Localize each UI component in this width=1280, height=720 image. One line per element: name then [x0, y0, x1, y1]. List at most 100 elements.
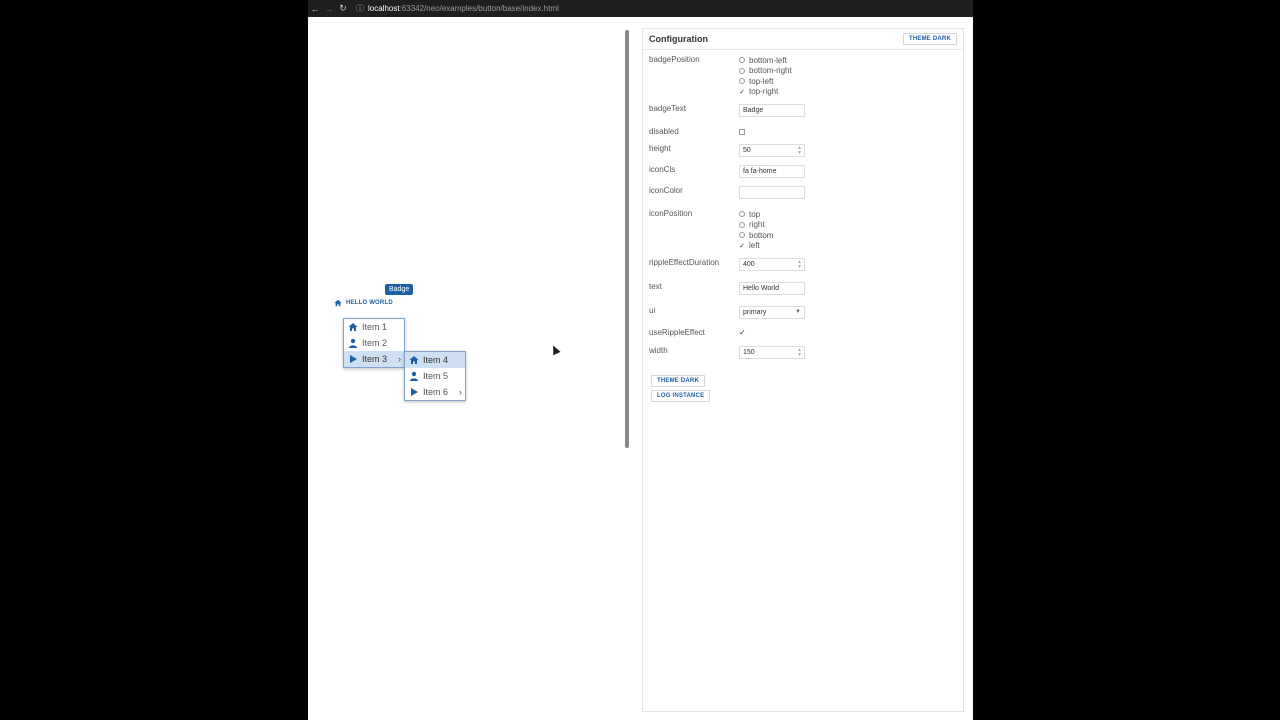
home-icon — [334, 299, 342, 307]
reload-icon[interactable]: ↻ — [336, 3, 350, 14]
submenu: Item 4 Item 5 Item 6 › — [404, 351, 466, 401]
button-badge: Badge — [385, 284, 414, 295]
url-path: :63342/neo/examples/button/base/index.ht… — [399, 4, 559, 13]
field-icon-cls: iconCls fa fa-home — [649, 165, 805, 178]
input-value: 400 — [743, 261, 755, 268]
badge-position-radios: bottom-left bottom-right top-left ✓ top-r… — [739, 55, 792, 97]
radio-bottom[interactable]: bottom — [739, 230, 773, 241]
address-bar[interactable]: localhost:63342/neo/examples/button/base… — [368, 4, 559, 13]
menu-item-2[interactable]: Item 2 — [344, 335, 404, 351]
menu-item-1[interactable]: Item 1 — [344, 319, 404, 335]
menu-item-5[interactable]: Item 5 — [405, 368, 465, 384]
menu-item-label: Item 4 — [423, 355, 449, 365]
icon-color-input[interactable] — [739, 186, 805, 199]
spinner-icon[interactable]: ▲ ▼ — [797, 146, 802, 156]
site-info-icon[interactable]: ⓘ — [356, 3, 364, 14]
theme-dark-button[interactable]: THEME DARK — [651, 375, 705, 387]
field-badge-text: badgeText Badge — [649, 104, 805, 117]
configuration-title: Configuration — [649, 34, 708, 44]
field-ripple-effect-duration: rippleEffectDuration 400 ▲ ▼ — [649, 258, 805, 271]
field-label: badgeText — [649, 104, 686, 113]
field-label: badgePosition — [649, 55, 700, 64]
browser-toolbar: ← → ↻ ⓘ localhost:63342/neo/examples/but… — [308, 0, 973, 17]
url-host: localhost — [368, 4, 400, 13]
chevron-right-icon: › — [459, 387, 462, 397]
ripple-duration-number-input[interactable]: 400 ▲ ▼ — [739, 258, 805, 271]
badge-text-input[interactable]: Badge — [739, 104, 805, 117]
theme-dark-button-top[interactable]: THEME DARK — [903, 33, 957, 45]
play-icon — [350, 355, 357, 363]
input-value: fa fa-home — [743, 168, 777, 175]
field-label: width — [649, 346, 668, 355]
user-icon — [349, 338, 357, 348]
radio-label: top — [749, 209, 761, 219]
menu-item-4[interactable]: Item 4 — [405, 352, 465, 368]
field-label: height — [649, 144, 671, 153]
field-label: text — [649, 282, 662, 291]
field-disabled: disabled — [649, 127, 745, 136]
field-icon-color: iconColor — [649, 186, 805, 199]
radio-bottom-right[interactable]: bottom-right — [739, 66, 792, 77]
text-input[interactable]: Hello World — [739, 282, 805, 295]
forward-arrow-icon[interactable]: → — [322, 4, 336, 14]
menu-item-label: Item 6 — [423, 387, 449, 397]
use-ripple-checkbox-checkmark-icon[interactable]: ✓ — [739, 328, 746, 337]
chevron-down-icon: ▼ — [795, 309, 801, 315]
hello-world-label: HELLO WORLD — [346, 300, 393, 306]
disabled-checkbox[interactable] — [739, 129, 745, 135]
checkmark-icon: ✓ — [739, 242, 745, 250]
field-label: ui — [649, 306, 656, 315]
field-icon-position: iconPosition top right bottom ✓ left — [649, 209, 773, 251]
user-icon — [410, 371, 418, 381]
radio-top-right[interactable]: ✓ top-right — [739, 87, 792, 98]
browser-window: ← → ↻ ⓘ localhost:63342/neo/examples/but… — [308, 0, 973, 720]
input-value: Badge — [743, 107, 764, 114]
radio-circle-icon — [739, 232, 745, 239]
hello-world-button[interactable]: HELLO WORLD — [334, 296, 424, 310]
checkmark-icon: ✓ — [739, 88, 745, 96]
field-label: useRippleEffect — [649, 328, 705, 337]
icon-cls-input[interactable]: fa fa-home — [739, 165, 805, 178]
radio-bottom-left[interactable]: bottom-left — [739, 55, 792, 66]
menu-item-label: Item 1 — [362, 322, 388, 332]
configuration-header: Configuration THEME DARK — [643, 29, 963, 50]
menu-item-3[interactable]: Item 3 › — [344, 351, 404, 367]
menu-item-label: Item 2 — [362, 338, 388, 348]
radio-top-left[interactable]: top-left — [739, 76, 792, 87]
spinner-icon[interactable]: ▲ ▼ — [797, 260, 802, 270]
field-height: height 50 ▲ ▼ — [649, 144, 805, 157]
height-number-input[interactable]: 50 ▲ ▼ — [739, 144, 805, 157]
input-value: 150 — [743, 349, 755, 356]
radio-circle-icon — [739, 67, 745, 74]
field-badge-position: badgePosition bottom-left bottom-right t… — [649, 55, 792, 97]
field-use-ripple-effect: useRippleEffect ✓ — [649, 328, 746, 337]
field-label: iconCls — [649, 165, 676, 174]
field-text: text Hello World — [649, 282, 805, 295]
configuration-panel: Configuration THEME DARK badgePosition b… — [642, 28, 964, 712]
radio-top[interactable]: top — [739, 209, 773, 220]
log-instance-button[interactable]: LOG INSTANCE — [651, 390, 711, 402]
width-number-input[interactable]: 150 ▲ ▼ — [739, 346, 805, 359]
radio-label: right — [749, 220, 765, 230]
radio-label: left — [749, 241, 760, 251]
radio-label: bottom — [749, 230, 774, 240]
spinner-icon[interactable]: ▲ ▼ — [797, 348, 802, 358]
radio-circle-icon — [739, 78, 745, 85]
preview-panel — [308, 17, 628, 720]
radio-circle-icon — [739, 211, 745, 218]
field-width: width 150 ▲ ▼ — [649, 346, 805, 359]
field-label: disabled — [649, 127, 679, 136]
back-arrow-icon[interactable]: ← — [308, 4, 322, 14]
radio-left[interactable]: ✓ left — [739, 241, 773, 252]
radio-right[interactable]: right — [739, 220, 773, 231]
menu-item-label: Item 3 — [362, 354, 388, 364]
menu-item-label: Item 5 — [423, 371, 449, 381]
select-value: primary — [743, 309, 767, 316]
field-label: rippleEffectDuration — [649, 258, 720, 267]
radio-label: top-right — [749, 87, 779, 97]
field-label: iconPosition — [649, 209, 693, 218]
menu-item-6[interactable]: Item 6 › — [405, 384, 465, 400]
preview-scrollbar[interactable] — [625, 30, 629, 448]
ui-select[interactable]: primary ▼ — [739, 306, 805, 319]
radio-label: bottom-left — [749, 55, 787, 65]
